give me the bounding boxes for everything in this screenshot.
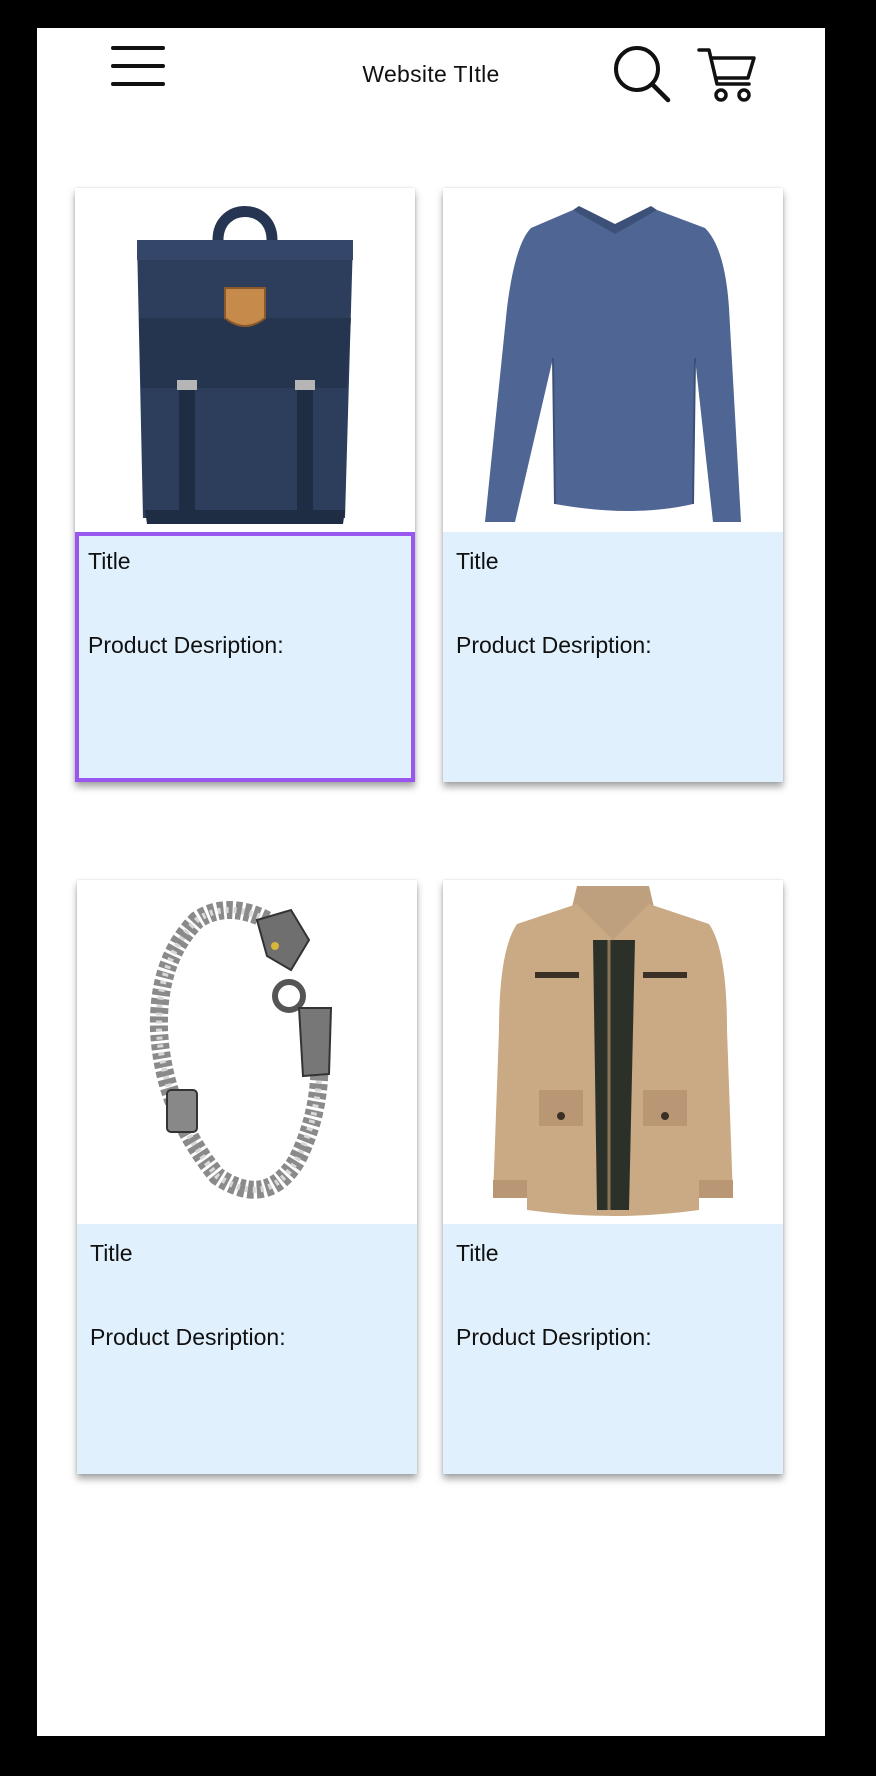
product-title: Title (456, 548, 499, 574)
product-description: Product Desription: (456, 632, 652, 658)
shopping-cart-icon[interactable] (697, 46, 759, 104)
product-card[interactable]: Title Product Desription: (77, 880, 417, 1474)
product-info: Title Product Desription: (77, 1224, 417, 1474)
search-icon[interactable] (612, 44, 672, 104)
product-title: Title (456, 1240, 499, 1266)
product-title: Title (90, 1240, 133, 1266)
product-card[interactable]: Title Product Desription: (75, 188, 415, 782)
product-title: Title (88, 548, 131, 574)
navy-backpack-image (75, 188, 415, 532)
phone-screen: Website TItle Title Product Desription: … (37, 28, 825, 1736)
product-card[interactable]: Title Product Desription: (443, 880, 783, 1474)
product-description: Product Desription: (456, 1324, 652, 1350)
product-description: Product Desription: (90, 1324, 286, 1350)
product-info: Title Product Desription: (443, 1224, 783, 1474)
silver-dragon-bracelet-image (77, 880, 417, 1224)
blue-long-sleeve-shirt-image (443, 188, 783, 532)
header-bar: Website TItle (37, 28, 825, 138)
product-card[interactable]: Title Product Desription: (443, 188, 783, 782)
product-info: Title Product Desription: (75, 532, 415, 782)
product-info: Title Product Desription: (443, 532, 783, 782)
khaki-jacket-image (443, 880, 783, 1224)
product-description: Product Desription: (88, 632, 284, 658)
